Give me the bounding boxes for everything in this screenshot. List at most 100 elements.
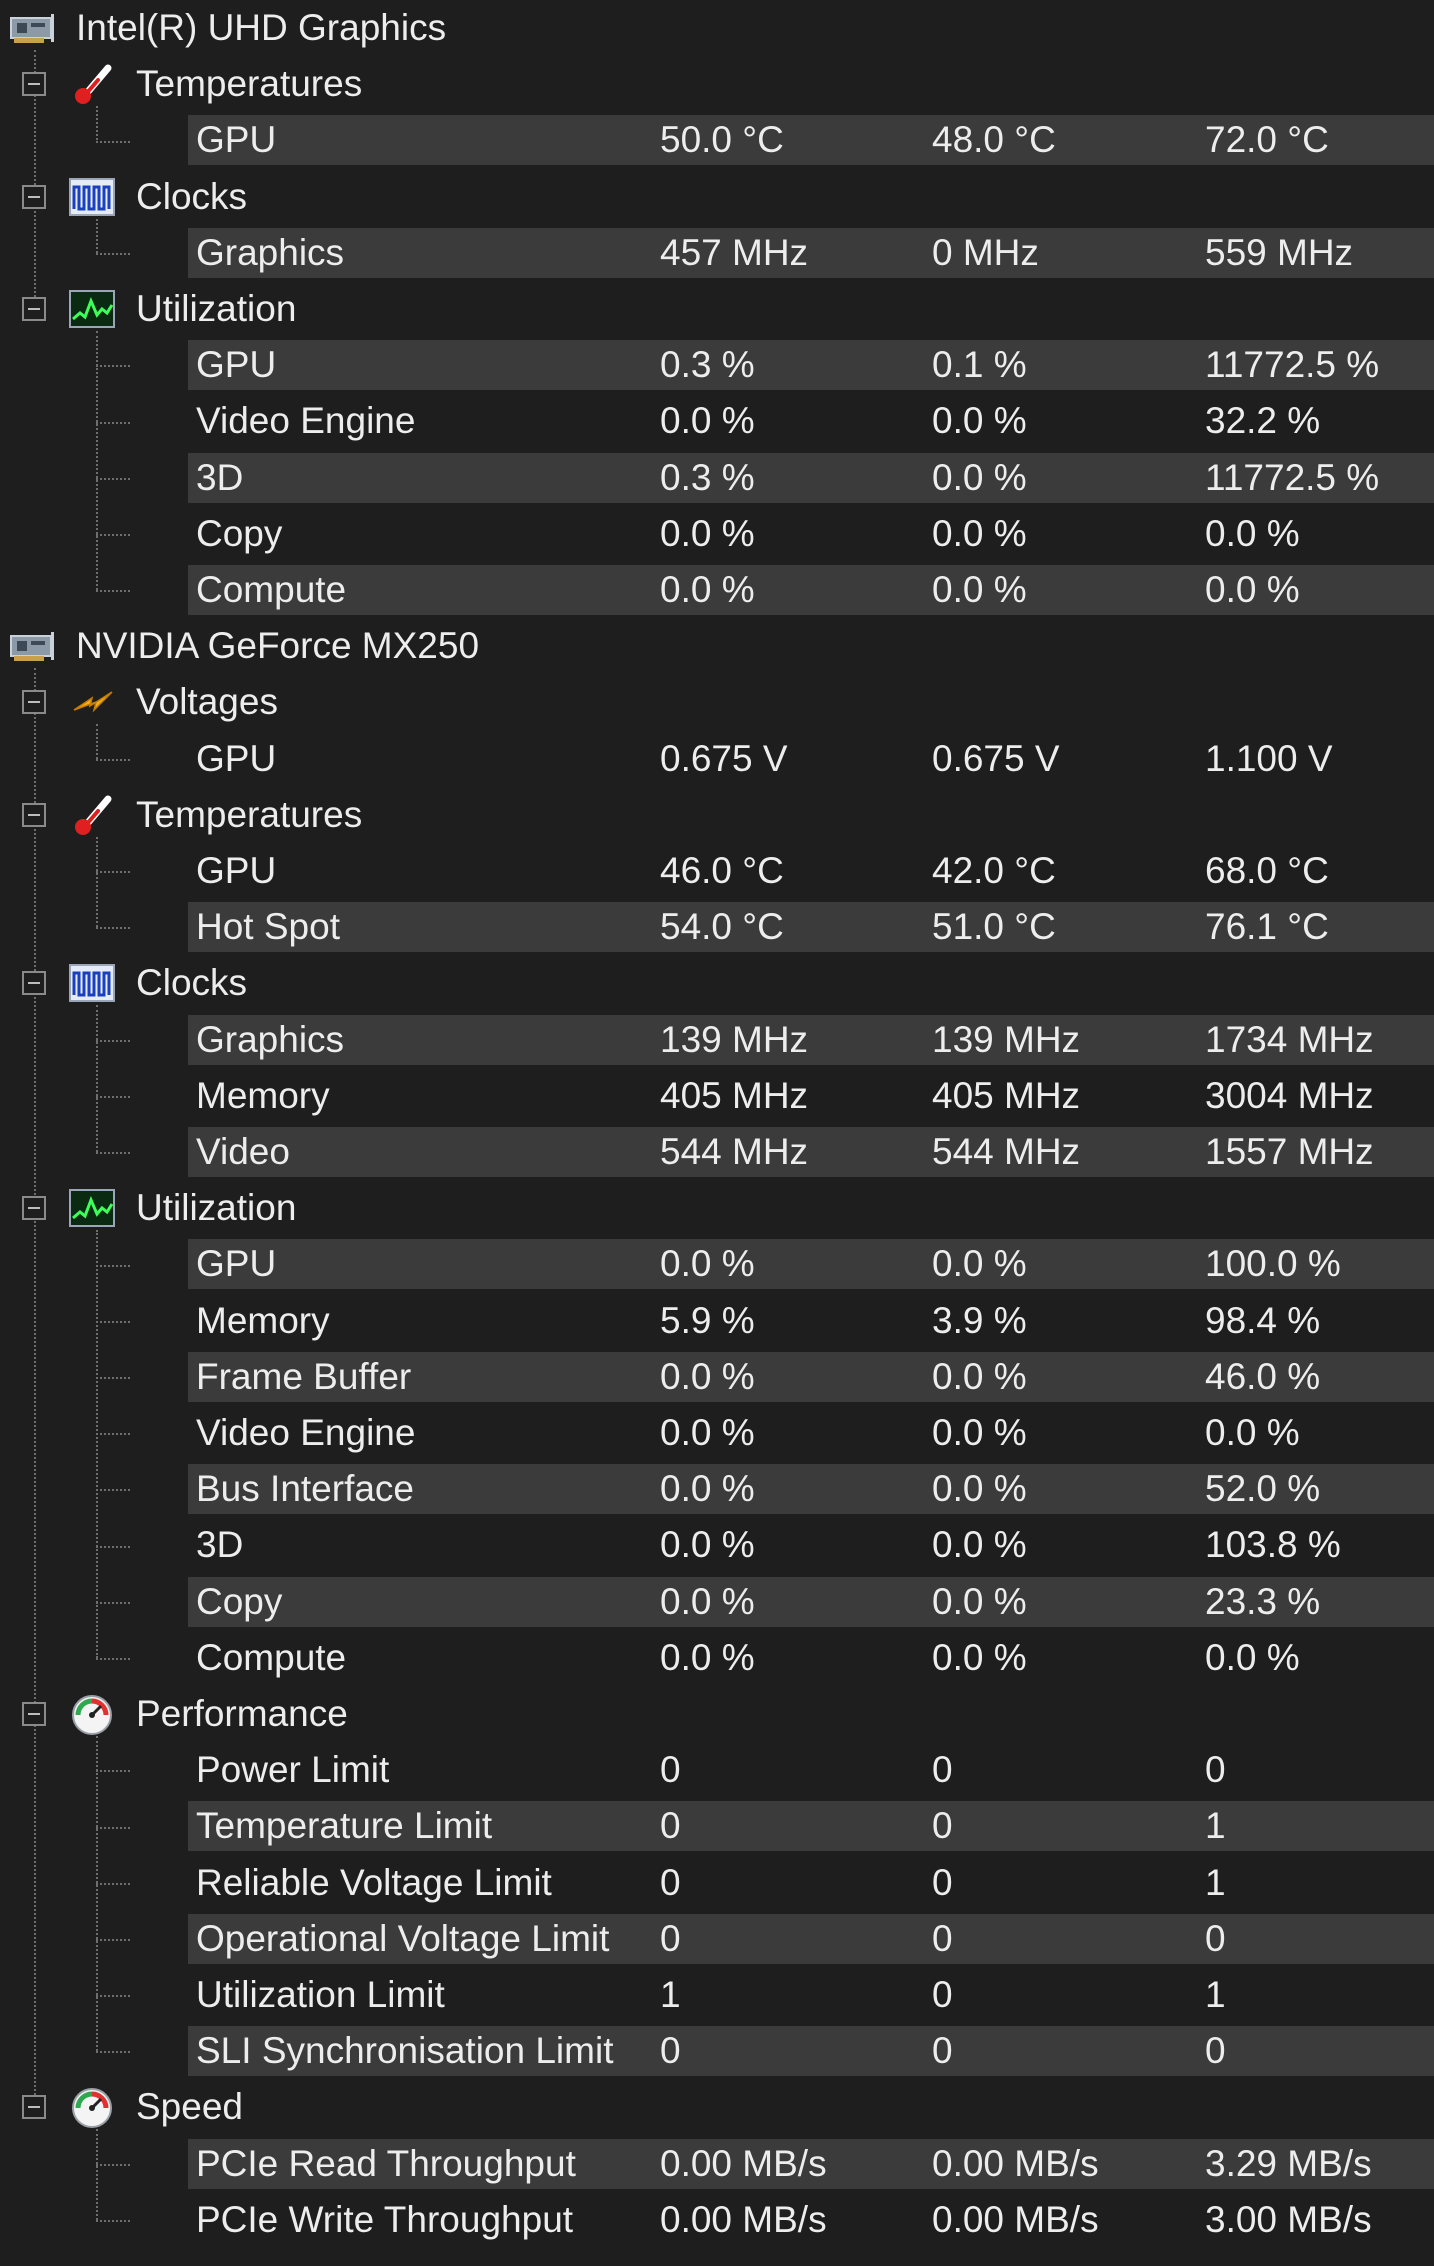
sensor-row[interactable]: GPU 0.0 % 0.0 % 100.0 %	[0, 1236, 1434, 1292]
sensor-label: Frame Buffer	[196, 1355, 412, 1397]
sensor-row[interactable]: Memory 5.9 % 3.9 % 98.4 %	[0, 1293, 1434, 1349]
collapse-toggle[interactable]	[22, 184, 46, 209]
tree-connector	[96, 1601, 130, 1604]
group-row-performance[interactable]: Performance	[0, 1686, 1434, 1742]
speedometer-icon	[68, 1692, 118, 1736]
sensor-tree[interactable]: Intel(R) UHD Graphics Temperatures GPU 50.0…	[0, 0, 1434, 2266]
lightning-bolt-icon	[68, 680, 118, 724]
sensor-row[interactable]: Frame Buffer 0.0 % 0.0 % 46.0 %	[0, 1349, 1434, 1405]
sensor-value-current: 0	[660, 1917, 681, 1959]
device-row[interactable]: NVIDIA GeForce MX250	[0, 618, 1434, 674]
sensor-label: GPU	[196, 344, 277, 386]
group-label: Speed	[136, 2086, 243, 2128]
graphics-card-icon	[8, 6, 58, 50]
sensor-value-current: 0.0 %	[660, 1580, 755, 1622]
sensor-label: Graphics	[196, 1018, 345, 1060]
tree-connector	[96, 1826, 130, 1829]
sensor-value-max: 52.0 %	[1205, 1468, 1321, 1510]
sensor-label: Reliable Voltage Limit	[196, 1861, 552, 1903]
group-label: Temperatures	[136, 793, 363, 835]
sensor-value-min: 0	[932, 1805, 953, 1847]
collapse-toggle[interactable]	[22, 690, 46, 715]
group-row-temperatures[interactable]: Temperatures	[0, 56, 1434, 112]
sensor-value-current: 50.0 °C	[660, 119, 784, 161]
sensor-row[interactable]: PCIe Write Throughput 0.00 MB/s 0.00 MB/s 3…	[0, 2192, 1434, 2248]
collapse-toggle[interactable]	[22, 802, 46, 827]
tree-connector	[96, 2129, 98, 2220]
tree-connector	[96, 1320, 130, 1323]
sensor-label: GPU	[196, 737, 277, 779]
sensor-row[interactable]: Memory 405 MHz 405 MHz 3004 MHz	[0, 1068, 1434, 1124]
sensor-row[interactable]: Compute 0.0 % 0.0 % 0.0 %	[0, 1630, 1434, 1686]
sensor-value-max: 1	[1205, 1974, 1226, 2015]
group-row-temperatures[interactable]: Temperatures	[0, 787, 1434, 843]
sensor-row[interactable]: Hot Spot 54.0 °C 51.0 °C 76.1 °C	[0, 899, 1434, 955]
sensor-row[interactable]: GPU 46.0 °C 42.0 °C 68.0 °C	[0, 843, 1434, 899]
sensor-row[interactable]: Video Engine 0.0 % 0.0 % 32.2 %	[0, 393, 1434, 449]
sensor-value-min: 0.0 %	[932, 456, 1027, 498]
sensor-value-min: 0.0 %	[932, 569, 1027, 610]
sensor-label: Compute	[196, 569, 347, 610]
tree-connector	[96, 590, 130, 593]
sensor-label: GPU	[196, 1243, 277, 1285]
sensor-value-current: 0.00 MB/s	[660, 2198, 827, 2240]
sensor-value-min: 51.0 °C	[932, 906, 1056, 948]
collapse-toggle[interactable]	[22, 297, 46, 321]
sensor-row[interactable]: Power Limit 0 0 0	[0, 1742, 1434, 1798]
sensor-row[interactable]: SLI Synchronisation Limit 0 0 0	[0, 2023, 1434, 2079]
sensor-row[interactable]: GPU 0.3 % 0.1 % 11772.5 %	[0, 337, 1434, 393]
sensor-row[interactable]: PCIe Read Throughput 0.00 MB/s 0.00 MB/s 3.…	[0, 2136, 1434, 2192]
sensor-row[interactable]: Video Engine 0.0 % 0.0 % 0.0 %	[0, 1405, 1434, 1461]
sensor-row[interactable]: Reliable Voltage Limit 0 0 1	[0, 1855, 1434, 1911]
collapse-toggle[interactable]	[22, 1702, 46, 1726]
sensor-row[interactable]: 3D 0.0 % 0.0 % 103.8 %	[0, 1517, 1434, 1573]
group-row-clocks[interactable]: Clocks	[0, 955, 1434, 1011]
tree-connector	[96, 871, 130, 874]
sensor-value-max: 11772.5 %	[1205, 344, 1380, 386]
sensor-label: Power Limit	[196, 1749, 390, 1791]
tree-connector	[96, 106, 98, 141]
sensor-row[interactable]: Video 544 MHz 544 MHz 1557 MHz	[0, 1124, 1434, 1180]
sensor-row[interactable]: Operational Voltage Limit 0 0 0	[0, 1911, 1434, 1967]
sensor-row[interactable]: Copy 0.0 % 0.0 % 0.0 %	[0, 506, 1434, 562]
sensor-row[interactable]: Utilization Limit 1 0 1	[0, 1967, 1434, 2023]
sensor-row[interactable]: Bus Interface 0.0 % 0.0 % 52.0 %	[0, 1461, 1434, 1517]
group-row-clocks[interactable]: Clocks	[0, 169, 1434, 225]
sensor-value-max: 0.0 %	[1205, 569, 1300, 610]
sensor-value-current: 0.3 %	[660, 344, 755, 386]
collapse-toggle[interactable]	[22, 971, 46, 996]
sensor-value-max: 103.8 %	[1205, 1524, 1341, 1566]
sensor-label: Copy	[196, 1580, 283, 1622]
group-label: Voltages	[136, 681, 278, 723]
group-row-voltages[interactable]: Voltages	[0, 674, 1434, 730]
collapse-toggle[interactable]	[22, 72, 46, 97]
tree-connector	[96, 365, 130, 368]
tree-connector	[96, 1657, 130, 1660]
sensor-value-max: 0	[1205, 1917, 1226, 1959]
sensor-row[interactable]: GPU 50.0 °C 48.0 °C 72.0 °C	[0, 112, 1434, 168]
group-row-utilization[interactable]: Utilization	[0, 1180, 1434, 1236]
group-row-utilization[interactable]: Utilization	[0, 281, 1434, 337]
group-row-speed[interactable]: Speed	[0, 2079, 1434, 2135]
sensor-label: Memory	[196, 1299, 330, 1341]
tree-connector	[96, 1736, 98, 2052]
sensor-value-current: 544 MHz	[660, 1131, 809, 1172]
sensor-label: 3D	[196, 1524, 244, 1566]
sensor-value-max: 0	[1205, 1749, 1226, 1791]
tree-connector	[96, 758, 130, 761]
tree-connector	[96, 1995, 130, 1998]
sensor-row[interactable]: Graphics 457 MHz 0 MHz 559 MHz	[0, 225, 1434, 281]
sensor-row[interactable]: Compute 0.0 % 0.0 % 0.0 %	[0, 562, 1434, 618]
device-row[interactable]: Intel(R) UHD Graphics	[0, 0, 1434, 56]
sensor-row[interactable]: 3D 0.3 % 0.0 % 11772.5 %	[0, 450, 1434, 506]
sensor-value-current: 5.9 %	[660, 1299, 755, 1341]
sensor-value-min: 0.0 %	[932, 1243, 1027, 1285]
collapse-toggle[interactable]	[22, 1196, 46, 1221]
sensor-row[interactable]: GPU 0.675 V 0.675 V 1.100 V	[0, 731, 1434, 787]
tree-connector	[96, 2163, 130, 2166]
sensor-row[interactable]: Copy 0.0 % 0.0 % 23.3 %	[0, 1574, 1434, 1630]
sensor-row[interactable]: Temperature Limit 0 0 1	[0, 1798, 1434, 1854]
collapse-toggle[interactable]	[22, 2095, 46, 2120]
sensor-row[interactable]: Graphics 139 MHz 139 MHz 1734 MHz	[0, 1012, 1434, 1068]
sensor-value-max: 11772.5 %	[1205, 456, 1380, 498]
